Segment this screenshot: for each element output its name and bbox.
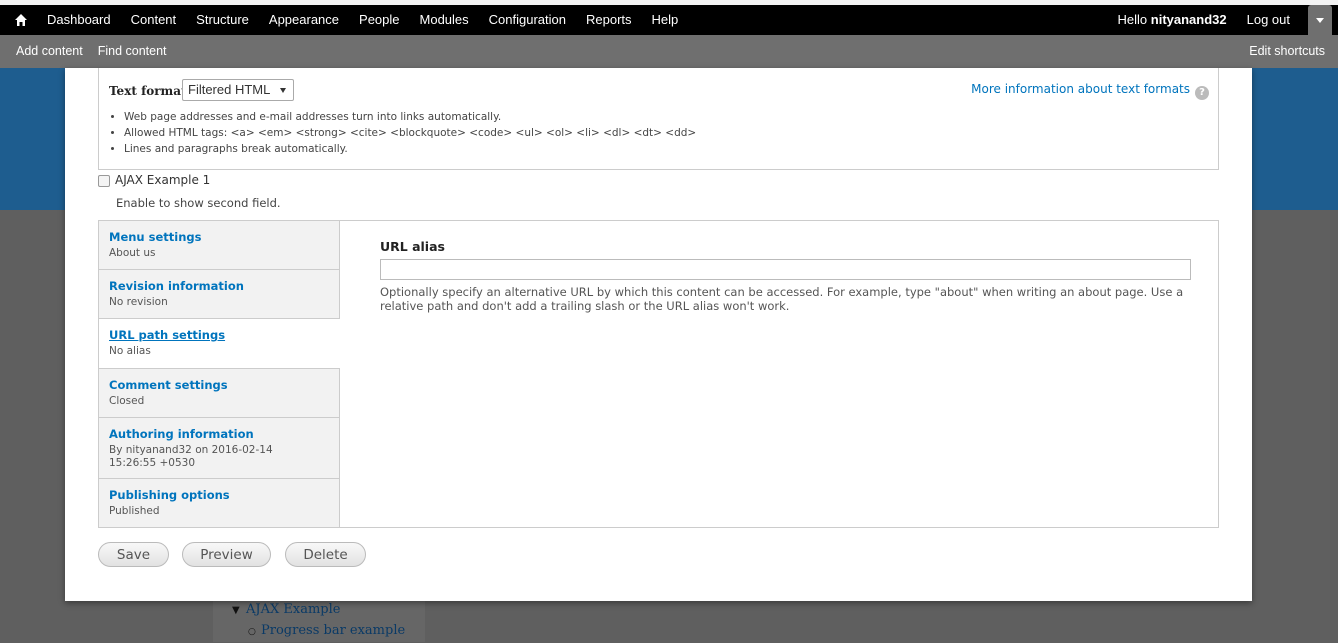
more-info-link[interactable]: More information about text formats? [971, 82, 1209, 100]
tab-authoring-information[interactable]: Authoring information By nityanand32 on … [99, 418, 339, 479]
menu-item-modules[interactable]: Modules [410, 5, 479, 35]
circle-bullet-icon: ○ [248, 627, 256, 637]
url-path-settings-pane: URL alias Optionally specify an alternat… [380, 239, 1191, 313]
shortcuts-toggle-button[interactable] [1308, 5, 1332, 35]
edit-shortcuts-link[interactable]: Edit shortcuts [1249, 35, 1325, 68]
dropdown-arrow-icon [280, 88, 286, 93]
menu-item-structure[interactable]: Structure [186, 5, 259, 35]
menu-item-help[interactable]: Help [642, 5, 689, 35]
background-nav-parent[interactable]: ▼ AJAX Example [232, 601, 405, 622]
hello-text: Hello nityanand32 [1117, 12, 1227, 27]
tab-menu-settings[interactable]: Menu settings About us [99, 221, 339, 270]
node-edit-overlay: Text format Filtered HTML More informati… [65, 68, 1252, 601]
tab-publishing-options[interactable]: Publishing options Published [99, 479, 339, 527]
filter-tip: Web page addresses and e-mail addresses … [124, 109, 696, 125]
menu-item-content[interactable]: Content [121, 5, 187, 35]
logout-link[interactable]: Log out [1247, 5, 1290, 35]
url-alias-label: URL alias [380, 239, 445, 254]
menu-item-reports[interactable]: Reports [576, 5, 642, 35]
background-nav-list: ▼ AJAX Example ○ Progress bar example [232, 601, 405, 643]
tab-revision-information[interactable]: Revision information No revision [99, 270, 339, 319]
shortcuts-bar: Add content Find content Edit shortcuts [0, 35, 1338, 68]
vertical-tab-list: Menu settings About us Revision informat… [99, 221, 340, 527]
menu-item-people[interactable]: People [349, 5, 409, 35]
user-area: Hello nityanand32 Log out [1118, 5, 1290, 35]
filter-tips: Web page addresses and e-mail addresses … [109, 109, 696, 157]
shortcut-add-content[interactable]: Add content [16, 35, 83, 68]
ajax-example-description: Enable to show second field. [116, 196, 281, 210]
url-alias-description: Optionally specify an alternative URL by… [380, 285, 1184, 313]
home-icon[interactable] [14, 13, 28, 27]
menu-item-dashboard[interactable]: Dashboard [37, 5, 121, 35]
chevron-down-icon [1316, 18, 1324, 23]
preview-button[interactable]: Preview [182, 542, 271, 567]
text-format-select[interactable]: Filtered HTML [182, 79, 294, 101]
text-format-wrapper: Text format Filtered HTML More informati… [98, 68, 1219, 170]
ajax-example-checkbox[interactable] [98, 175, 110, 187]
url-alias-input[interactable] [380, 259, 1191, 280]
vertical-tabs: Menu settings About us Revision informat… [98, 220, 1219, 528]
filter-tip: Lines and paragraphs break automatically… [124, 141, 696, 157]
admin-toolbar: Dashboard Content Structure Appearance P… [0, 5, 1338, 35]
menu-item-appearance[interactable]: Appearance [259, 5, 349, 35]
save-button[interactable]: Save [98, 542, 169, 567]
triangle-down-icon: ▼ [232, 605, 240, 616]
tab-comment-settings[interactable]: Comment settings Closed [99, 369, 339, 418]
toolbar-menu: Dashboard Content Structure Appearance P… [37, 5, 688, 35]
ajax-example-label[interactable]: AJAX Example 1 [115, 173, 210, 187]
username-link[interactable]: nityanand32 [1151, 12, 1227, 27]
text-format-label: Text format [109, 84, 187, 98]
delete-button[interactable]: Delete [285, 542, 366, 567]
tab-url-path-settings[interactable]: URL path settings No alias [99, 319, 340, 369]
filter-tip: Allowed HTML tags: <a> <em> <strong> <ci… [124, 125, 696, 141]
help-icon[interactable]: ? [1195, 86, 1209, 100]
menu-item-configuration[interactable]: Configuration [479, 5, 576, 35]
shortcut-find-content[interactable]: Find content [98, 35, 167, 68]
background-nav-child[interactable]: ○ Progress bar example [232, 622, 405, 643]
